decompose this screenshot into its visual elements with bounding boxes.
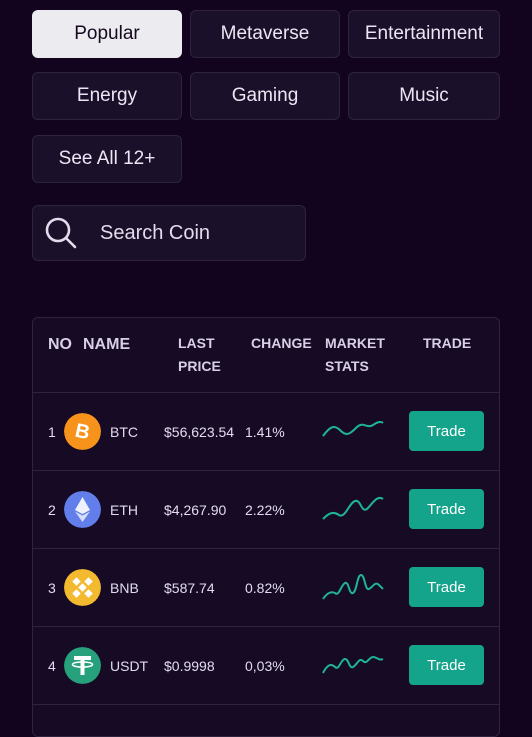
sparkline-chart	[322, 420, 384, 437]
coin-change: 1.41%	[245, 423, 285, 440]
header-market: MARKET	[325, 335, 385, 351]
table-row[interactable]: 4 USDT $0.9998 0,03% Trade	[33, 627, 499, 705]
coin-change: 0,03%	[245, 657, 285, 674]
trade-button[interactable]: Trade	[409, 411, 484, 451]
tether-icon	[64, 647, 101, 684]
header-no: NO	[48, 336, 72, 353]
row-number: 4	[48, 657, 56, 674]
coin-price: $56,623.54	[164, 423, 235, 440]
coin-price: $4,267.90	[164, 501, 227, 518]
coin-symbol: USDT	[110, 657, 149, 674]
coin-symbol: BNB	[110, 579, 139, 596]
sparkline-chart	[322, 497, 384, 520]
row-number: 3	[48, 579, 56, 596]
row-number: 1	[48, 423, 56, 440]
search-box[interactable]	[32, 205, 306, 261]
header-trade: TRADE	[423, 335, 472, 351]
header-price: PRICE	[178, 358, 221, 374]
category-metaverse[interactable]: Metaverse	[190, 10, 340, 58]
table-row[interactable]: 3 BNB $587.74 0.82% Trade	[33, 549, 499, 627]
category-energy[interactable]: Energy	[32, 72, 182, 120]
table-row[interactable]: 1 B BTC $56,623.54 1.41% Trade	[33, 393, 499, 471]
see-all-button[interactable]: See All 12+	[32, 135, 182, 183]
search-icon	[45, 217, 77, 249]
sparkline-chart	[322, 573, 384, 600]
sparkline-chart	[322, 655, 384, 674]
ethereum-icon	[64, 491, 101, 528]
coin-change: 2.22%	[245, 501, 285, 518]
coin-change: 0.82%	[245, 579, 285, 596]
category-gaming[interactable]: Gaming	[190, 72, 340, 120]
category-entertainment[interactable]: Entertainment	[348, 10, 500, 58]
binance-icon	[64, 569, 101, 606]
bitcoin-icon: B	[64, 413, 101, 450]
coin-table: NO NAME LAST PRICE CHANGE MARKET STATS T…	[32, 317, 500, 737]
trade-button[interactable]: Trade	[409, 645, 484, 685]
coin-price: $0.9998	[164, 657, 215, 674]
header-stats: STATS	[325, 358, 369, 374]
category-popular[interactable]: Popular	[32, 10, 182, 58]
row-number: 2	[48, 501, 56, 518]
header-name: NAME	[83, 336, 131, 353]
search-input[interactable]	[98, 220, 282, 246]
header-change: CHANGE	[251, 335, 312, 351]
category-music[interactable]: Music	[348, 72, 500, 120]
header-last: LAST	[178, 335, 215, 351]
trade-button[interactable]: Trade	[409, 567, 484, 607]
coin-symbol: ETH	[110, 501, 138, 518]
table-header: NO NAME LAST PRICE CHANGE MARKET STATS T…	[33, 318, 499, 393]
coin-symbol: BTC	[110, 423, 138, 440]
coin-price: $587.74	[164, 579, 215, 596]
table-row[interactable]: 2 ETH $4,267.90 2.22% Trade	[33, 471, 499, 549]
trade-button[interactable]: Trade	[409, 489, 484, 529]
